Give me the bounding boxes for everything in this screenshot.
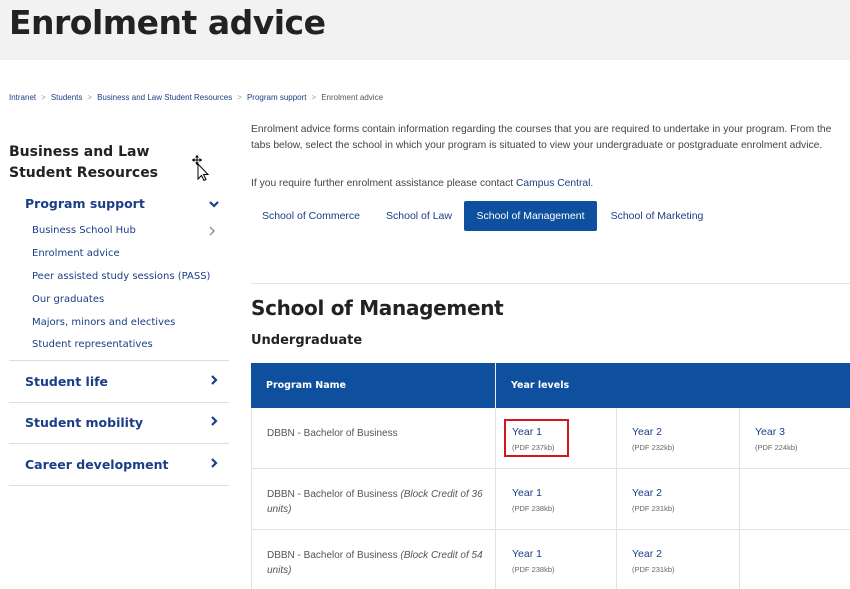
tab-school-of-commerce[interactable]: School of Commerce (252, 201, 370, 231)
chevron-right-icon[interactable] (207, 226, 217, 236)
year-2-link[interactable]: Year 2 (632, 487, 662, 499)
chevron-right-icon[interactable] (207, 373, 221, 387)
program-title: DBBN - Bachelor of Business (267, 428, 398, 439)
sidebar-section-student-mobility[interactable]: Student mobility (25, 415, 143, 430)
year-1-link[interactable]: Year 1 (512, 548, 542, 560)
header-year-levels: Year levels (511, 380, 570, 391)
cell-divider (616, 469, 617, 529)
header-program-name: Program Name (266, 380, 346, 391)
cell-divider (616, 530, 617, 589)
move-cursor-icon (192, 155, 210, 181)
sidebar-item-pass[interactable]: Peer assisted study sessions (PASS) (32, 271, 210, 282)
header-separator (495, 363, 496, 408)
breadcrumb-separator: > (237, 93, 242, 102)
sidebar-item-our-graduates[interactable]: Our graduates (32, 294, 104, 305)
year-2-link[interactable]: Year 2 (632, 548, 662, 560)
breadcrumb-separator: > (87, 93, 93, 102)
year-3-link[interactable]: Year 3 (755, 426, 785, 438)
sidebar-section-student-life[interactable]: Student life (25, 374, 108, 389)
chevron-right-icon[interactable] (207, 414, 221, 428)
chevron-right-icon[interactable] (207, 456, 221, 470)
breadcrumb-separator: > (311, 93, 317, 102)
breadcrumb-business-law-resources[interactable]: Business and Law Student Resources (97, 93, 232, 102)
page-header: Enrolment advice (0, 0, 850, 60)
table-row: DBBN - Bachelor of Business (Block Credi… (251, 530, 850, 589)
table-row: DBBN - Bachelor of Business (Block Credi… (251, 469, 850, 530)
assistance-text: If you require further enrolment assista… (251, 178, 593, 189)
sidebar-section-program-support[interactable]: Program support (25, 196, 145, 211)
page-title: Enrolment advice (9, 3, 326, 42)
sidebar-item-student-representatives[interactable]: Student representatives (32, 339, 153, 350)
breadcrumb-program-support[interactable]: Program support (247, 93, 307, 102)
tab-school-of-marketing[interactable]: School of Marketing (600, 201, 714, 231)
breadcrumb-separator: > (41, 93, 46, 102)
cell-divider (739, 408, 740, 468)
cell-divider (739, 530, 740, 589)
sidebar-divider (9, 485, 229, 486)
sidebar-title[interactable]: Business and Law Student Resources (9, 142, 214, 184)
program-name: DBBN - Bachelor of Business (267, 426, 487, 441)
year-1-link[interactable]: Year 1 (512, 487, 542, 499)
cell-divider (495, 469, 496, 529)
file-size: (PDF 231kb) (632, 504, 675, 513)
sidebar-divider (9, 443, 229, 444)
sidebar-section-career-development[interactable]: Career development (25, 457, 169, 472)
section-title: School of Management (251, 296, 504, 320)
sidebar-divider (9, 360, 229, 361)
subsection-title: Undergraduate (251, 333, 363, 348)
cell-divider (739, 469, 740, 529)
intro-text: Enrolment advice forms contain informati… (251, 124, 832, 151)
sidebar-item-majors-minors[interactable]: Majors, minors and electives (32, 317, 175, 328)
tab-school-of-law[interactable]: School of Law (376, 201, 462, 231)
tab-school-of-management[interactable]: School of Management (464, 201, 597, 231)
cell-divider (495, 408, 496, 468)
assistance-label: If you require further enrolment assista… (251, 178, 516, 189)
program-name: DBBN - Bachelor of Business (Block Credi… (267, 487, 487, 517)
chevron-down-icon[interactable] (207, 197, 221, 211)
campus-central-link[interactable]: Campus Central (516, 178, 590, 189)
file-size: (PDF 232kb) (632, 443, 675, 452)
file-size: (PDF 231kb) (632, 565, 675, 574)
breadcrumb: Intranet > Students > Business and Law S… (9, 93, 383, 102)
program-title: DBBN - Bachelor of Business (267, 489, 401, 500)
assistance-end: . (590, 178, 594, 189)
program-name: DBBN - Bachelor of Business (Block Credi… (267, 548, 487, 578)
sidebar-divider (9, 402, 229, 403)
file-size: (PDF 238kb) (512, 565, 555, 574)
file-size: (PDF 238kb) (512, 504, 555, 513)
file-size: (PDF 224kb) (755, 443, 798, 452)
breadcrumb-current: Enrolment advice (321, 93, 384, 102)
breadcrumb-students[interactable]: Students (51, 93, 83, 102)
cell-divider (616, 408, 617, 468)
breadcrumb-intranet[interactable]: Intranet (9, 93, 36, 102)
cell-divider (495, 530, 496, 589)
sidebar-item-business-school-hub[interactable]: Business School Hub (32, 225, 136, 236)
table-header: Program Name Year levels (251, 363, 850, 408)
highlight-box (504, 419, 569, 457)
year-2-link[interactable]: Year 2 (632, 426, 662, 438)
section-divider (251, 283, 850, 284)
program-title: DBBN - Bachelor of Business (267, 550, 401, 561)
sidebar-item-enrolment-advice[interactable]: Enrolment advice (32, 248, 120, 259)
enrolment-table: Program Name Year levels DBBN - Bachelor… (251, 363, 850, 589)
